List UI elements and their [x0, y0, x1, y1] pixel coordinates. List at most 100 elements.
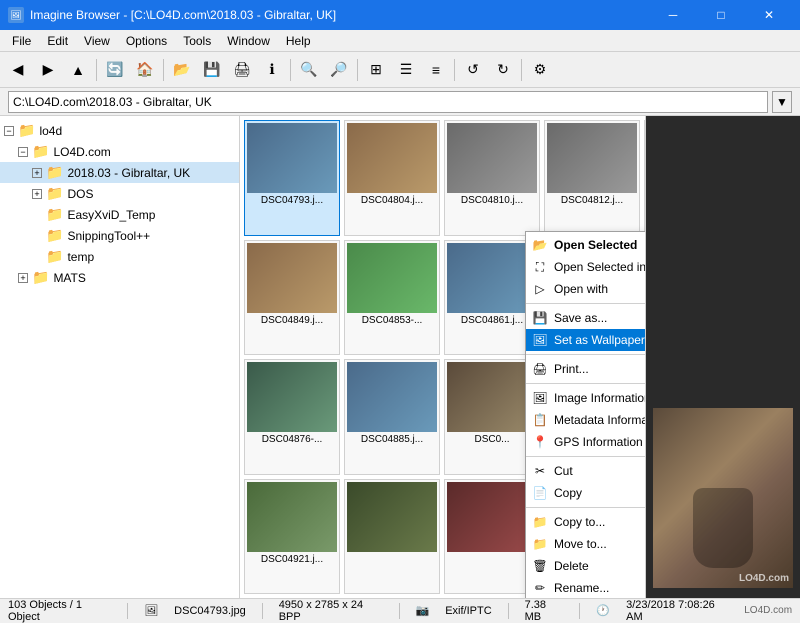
context-menu: 📂 Open Selected ⛶ Open Selected in Full … — [525, 231, 645, 598]
info-button[interactable]: ℹ — [258, 56, 286, 84]
ctx-copy-label: Copy — [554, 486, 582, 500]
save-button[interactable]: 💾 — [198, 56, 226, 84]
tree-expand-lo4dcom[interactable]: − — [18, 147, 28, 157]
thumb-image-6 — [247, 243, 337, 313]
thumbnail-11[interactable]: DSC04876-... — [244, 359, 340, 475]
ctx-open-selected[interactable]: 📂 Open Selected — [526, 234, 645, 256]
status-bar: 103 Objects / 1 Object 🖼 DSC04793.jpg 49… — [0, 598, 800, 622]
ctx-copy[interactable]: 📄 Copy — [526, 482, 645, 504]
sidebar-item-gibraltar[interactable]: + 📁 2018.03 - Gibraltar, UK — [0, 162, 239, 183]
thumbnail-1[interactable]: DSC04793.j... — [244, 120, 340, 236]
thumb-label-11: DSC04876-... — [247, 434, 337, 445]
print-button[interactable]: 🖨 — [228, 56, 256, 84]
thumbnail-7[interactable]: DSC04853-... — [344, 240, 440, 356]
zoom-in-button[interactable]: 🔍 — [295, 56, 323, 84]
gps-icon: 📍 — [532, 434, 548, 450]
sidebar-item-mats[interactable]: + 📁 MATS — [0, 267, 239, 288]
ctx-set-wallpaper[interactable]: 🖼 Set as Wallpaper ▶ ▣ Wallpaper Centere… — [526, 329, 645, 351]
sidebar-item-dos[interactable]: + 📁 DOS — [0, 183, 239, 204]
tree-expand-lo4d[interactable]: − — [4, 126, 14, 136]
sidebar-item-lo4dcom[interactable]: − 📁 LO4D.com — [0, 141, 239, 162]
ctx-gps-info[interactable]: 📍 GPS Information — [526, 431, 645, 453]
tree-expand-dos[interactable]: + — [32, 189, 42, 199]
thumb-label-12: DSC04885.j... — [347, 434, 437, 445]
thumbnail-4[interactable]: DSC04812.j... — [544, 120, 640, 236]
tree-expand-gibraltar[interactable]: + — [32, 168, 42, 178]
close-button[interactable]: ✕ — [746, 0, 792, 30]
thumb-image-17 — [347, 482, 437, 552]
refresh-button[interactable]: 🔄 — [101, 56, 129, 84]
ctx-open-fullscreen[interactable]: ⛶ Open Selected in Full Screen — [526, 256, 645, 278]
maximize-button[interactable]: □ — [698, 0, 744, 30]
ctx-open-with[interactable]: ▷ Open with ▶ — [526, 278, 645, 300]
sidebar-item-lo4d[interactable]: − 📁 lo4d — [0, 120, 239, 141]
ctx-image-info[interactable]: 🖼 Image Information — [526, 387, 645, 409]
up-button[interactable]: ▲ — [64, 56, 92, 84]
view-grid-button[interactable]: ⊞ — [362, 56, 390, 84]
minimize-button[interactable]: ─ — [650, 0, 696, 30]
preview-image: LO4D.com — [653, 408, 793, 588]
status-clock-icon: 🕐 — [596, 604, 610, 617]
ctx-copy-to[interactable]: 📁 Copy to... — [526, 511, 645, 533]
thumbnail-12[interactable]: DSC04885.j... — [344, 359, 440, 475]
ctx-print[interactable]: 🖨 Print... — [526, 358, 645, 380]
ctx-rename[interactable]: ✏ Rename... — [526, 577, 645, 598]
settings-button[interactable]: ⚙ — [526, 56, 554, 84]
ctx-open-with-label: Open with — [554, 282, 608, 296]
open-button[interactable]: 📂 — [168, 56, 196, 84]
folder-icon: 📁 — [18, 122, 35, 139]
address-input[interactable] — [8, 91, 768, 113]
sidebar-item-label-temp: temp — [67, 250, 94, 264]
thumb-image-13 — [447, 362, 537, 432]
thumb-label-3: DSC04810.j... — [447, 195, 537, 206]
ctx-save-as[interactable]: 💾 Save as... — [526, 307, 645, 329]
menu-edit[interactable]: Edit — [39, 32, 76, 50]
menu-view[interactable]: View — [76, 32, 118, 50]
sidebar-item-easyxvid[interactable]: 📁 EasyXviD_Temp — [0, 204, 239, 225]
thumb-label-13: DSC0... — [447, 434, 537, 445]
rotate-left-button[interactable]: ↺ — [459, 56, 487, 84]
view-list-button[interactable]: ☰ — [392, 56, 420, 84]
folder-icon-4: 📁 — [46, 185, 63, 202]
status-filesize: 7.38 MB — [525, 599, 564, 623]
title-bar-text: Imagine Browser - [C:\LO4D.com\2018.03 -… — [30, 8, 336, 22]
thumbnail-17[interactable] — [344, 479, 440, 595]
address-dropdown[interactable]: ▼ — [772, 91, 792, 113]
sidebar-item-snipping[interactable]: 📁 SnippingTool++ — [0, 225, 239, 246]
ctx-set-wallpaper-label: Set as Wallpaper — [554, 333, 645, 347]
forward-button[interactable]: ▶ — [34, 56, 62, 84]
menu-help[interactable]: Help — [278, 32, 319, 50]
folder-icon-2: 📁 — [32, 143, 49, 160]
ctx-cut[interactable]: ✂ Cut — [526, 460, 645, 482]
menu-tools[interactable]: Tools — [175, 32, 219, 50]
ctx-move-to[interactable]: 📁 Move to... — [526, 533, 645, 555]
zoom-out-button[interactable]: 🔎 — [325, 56, 353, 84]
ctx-metadata-info[interactable]: 📋 Metadata Information — [526, 409, 645, 431]
view-detail-button[interactable]: ≡ — [422, 56, 450, 84]
thumbnail-16[interactable]: DSC04921.j... — [244, 479, 340, 595]
home-button[interactable]: 🏠 — [131, 56, 159, 84]
toolbar-sep-2 — [163, 59, 164, 81]
sidebar: − 📁 lo4d − 📁 LO4D.com + 📁 2018.03 - Gibr… — [0, 116, 240, 598]
sidebar-item-temp[interactable]: 📁 temp — [0, 246, 239, 267]
thumb-label-1: DSC04793.j... — [247, 195, 337, 206]
thumb-label-8: DSC04861.j... — [447, 315, 537, 326]
menu-file[interactable]: File — [4, 32, 39, 50]
thumbnail-2[interactable]: DSC04804.j... — [344, 120, 440, 236]
tree-expand-mats[interactable]: + — [18, 273, 28, 283]
print-icon: 🖨 — [532, 361, 548, 377]
ctx-save-as-label: Save as... — [554, 311, 607, 325]
thumbnail-3[interactable]: DSC04810.j... — [444, 120, 540, 236]
ctx-delete[interactable]: 🗑 Delete — [526, 555, 645, 577]
ctx-cut-label: Cut — [554, 464, 573, 478]
menu-options[interactable]: Options — [118, 32, 175, 50]
rotate-right-button[interactable]: ↻ — [489, 56, 517, 84]
rename-icon: ✏ — [532, 580, 548, 596]
thumbnail-6[interactable]: DSC04849.j... — [244, 240, 340, 356]
menu-window[interactable]: Window — [219, 32, 278, 50]
title-bar-controls[interactable]: ─ □ ✕ — [650, 0, 792, 30]
sidebar-item-label-mats: MATS — [53, 271, 85, 285]
thumbnail-5[interactable] — [644, 120, 645, 236]
back-button[interactable]: ◀ — [4, 56, 32, 84]
thumb-image-2 — [347, 123, 437, 193]
